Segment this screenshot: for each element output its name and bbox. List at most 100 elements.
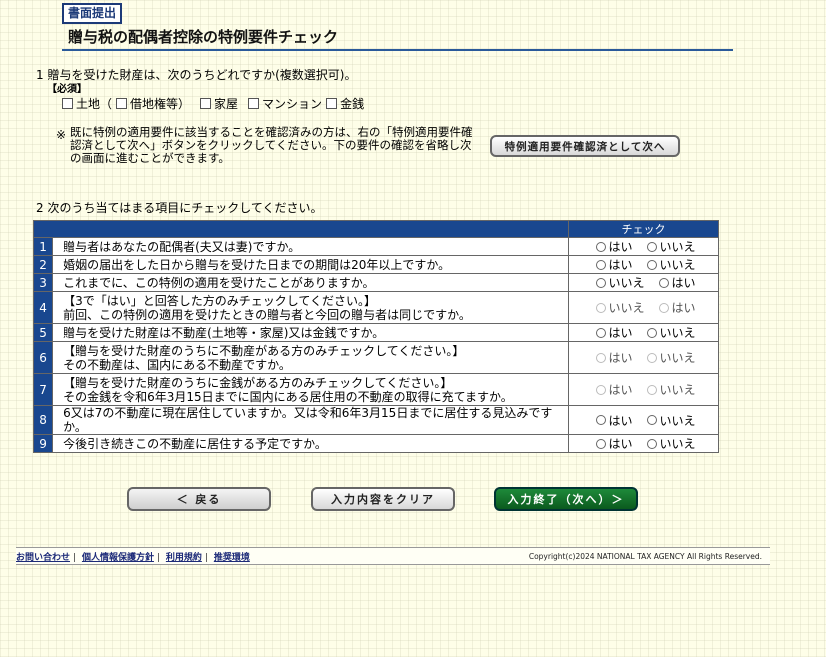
house-checkbox[interactable] (200, 98, 212, 109)
condo-checkbox[interactable] (248, 98, 260, 109)
row-number: 4 (32, 291, 54, 324)
note-mark: ※ (56, 128, 67, 142)
option-house[interactable]: 家屋 (196, 95, 238, 112)
radio-a[interactable] (595, 241, 606, 252)
skip-requirements-button[interactable]: 特例適用要件確認済として次へ (490, 135, 680, 157)
answer-b-label: はい (671, 301, 696, 315)
row-number: 9 (32, 434, 54, 453)
radio-a (595, 352, 606, 363)
finish-next-button[interactable]: 入力終了（次へ）＞ (494, 487, 638, 511)
row-question-detail: その不動産は、国内にある不動産ですか。 (63, 357, 291, 372)
answer-option-a[interactable]: はい (592, 412, 633, 429)
privacy-link[interactable]: 個人情報保護方針 (82, 553, 154, 563)
table-header-blank (32, 220, 570, 238)
answer-option-a[interactable]: はい (592, 256, 633, 273)
row-number: 7 (32, 373, 54, 406)
answer-option-b[interactable]: はい (655, 274, 696, 291)
table-row: 2 婚姻の届出をした日から贈与を受けた日までの期間は20年以上ですか。 はい いいえ (32, 255, 719, 274)
row-answer-cell: はい いいえ (568, 255, 719, 274)
row-answer-cell: いいえ はい (568, 291, 719, 324)
table-row: 9 今後引き続きこの不動産に居住する予定ですか。 はい いいえ (32, 434, 719, 453)
answer-a-label: はい (608, 258, 633, 272)
answer-b-label: はい (671, 276, 696, 290)
answer-option-a[interactable]: はい (592, 435, 633, 452)
radio-b[interactable] (646, 438, 657, 449)
option-land-label: 土地（ (76, 97, 113, 111)
row-answer-cell: はい いいえ (568, 434, 719, 453)
row-question: 6又は7の不動産に現在居住していますか。又は令和6年3月15日までに居住する見込… (63, 406, 553, 434)
row-question-cell: 【贈与を受けた財産のうちに金銭がある方のみチェックしてください。】 その金銭を令和… (52, 373, 570, 406)
radio-a[interactable] (595, 277, 606, 288)
answer-option-a[interactable]: いいえ (592, 274, 645, 291)
answer-option-b: はい (655, 299, 696, 316)
check-column-header: チェック (568, 220, 719, 238)
row-question-cell: 【3で「はい」と回答した方のみチェックしてください。】 前回、この特例の適用を受け… (52, 291, 570, 324)
row-question-cell: 贈与を受けた財産は不動産(土地等・家屋)又は金銭ですか。 (52, 323, 570, 342)
option-condo-label: マンション (262, 97, 323, 111)
answer-b-label: いいえ (659, 383, 696, 397)
clear-button[interactable]: 入力内容をクリア (311, 487, 455, 511)
option-leasehold[interactable]: 借地権等） (112, 95, 190, 112)
cash-checkbox[interactable] (326, 98, 338, 109)
land-checkbox[interactable] (62, 98, 73, 109)
answer-a-label: はい (608, 437, 633, 451)
required-label: 【必須】 (47, 84, 87, 95)
answer-option-a: いいえ (592, 299, 645, 316)
row-question: 【贈与を受けた財産のうちに金銭がある方のみチェックしてください。】 (63, 375, 453, 390)
row-number: 3 (32, 273, 54, 292)
back-button[interactable]: ＜ 戻る (127, 487, 271, 511)
answer-option-b: いいえ (643, 349, 696, 366)
answer-option-b[interactable]: いいえ (643, 324, 696, 341)
radio-a[interactable] (595, 327, 606, 338)
row-number: 2 (32, 255, 54, 274)
row-question-cell: 贈与者はあなたの配偶者(夫又は妻)ですか。 (52, 237, 570, 256)
row-question-cell: これまでに、この特例の適用を受けたことがありますか。 (52, 273, 570, 292)
answer-option-a[interactable]: はい (592, 324, 633, 341)
answer-option-a: はい (592, 349, 633, 366)
answer-a-label: いいえ (608, 301, 645, 315)
radio-a (595, 384, 606, 395)
row-number: 8 (32, 405, 54, 435)
option-condo[interactable]: マンション (244, 95, 322, 112)
radio-b[interactable] (646, 241, 657, 252)
environment-link[interactable]: 推奨環境 (214, 553, 250, 563)
row-question-cell: 【贈与を受けた財産のうちに不動産がある方のみチェックしてください。】 その不動産は… (52, 341, 570, 374)
radio-b (646, 384, 657, 395)
answer-option-b[interactable]: いいえ (643, 412, 696, 429)
radio-b[interactable] (646, 327, 657, 338)
radio-b[interactable] (658, 277, 669, 288)
answer-b-label: いいえ (659, 413, 696, 428)
contact-link[interactable]: お問い合わせ (16, 553, 70, 563)
property-options: 土地（ 借地権等） 家屋 マンション 金銭 (58, 95, 364, 112)
radio-b[interactable] (646, 415, 657, 425)
answer-option-a[interactable]: はい (592, 238, 633, 255)
row-question: 贈与を受けた財産は不動産(土地等・家屋)又は金銭ですか。 (63, 325, 385, 340)
answer-a-label: はい (608, 413, 633, 428)
row-answer-cell: はい いいえ (568, 341, 719, 374)
terms-link[interactable]: 利用規約 (166, 553, 202, 563)
row-question-detail: その金銭を令和6年3月15日までに国内にある居住用の不動産の取得に充てますか。 (63, 389, 513, 404)
radio-a[interactable] (595, 259, 606, 270)
radio-b[interactable] (646, 259, 657, 270)
table-row: 8 6又は7の不動産に現在居住していますか。又は令和6年3月15日までに居住する見… (32, 405, 719, 435)
option-cash[interactable]: 金銭 (322, 95, 364, 112)
option-land[interactable]: 土地（ (58, 95, 112, 112)
title-divider (62, 49, 733, 51)
answer-option-b[interactable]: いいえ (643, 256, 696, 273)
row-number: 6 (32, 341, 54, 374)
row-answer-cell: はい いいえ (568, 405, 719, 435)
leasehold-checkbox[interactable] (116, 98, 128, 109)
row-number: 1 (32, 237, 54, 256)
row-question: 今後引き続きこの不動産に居住する予定ですか。 (63, 436, 327, 451)
answer-a-label: はい (608, 383, 633, 397)
answer-option-b[interactable]: いいえ (643, 435, 696, 452)
row-question-cell: 今後引き続きこの不動産に居住する予定ですか。 (52, 434, 570, 453)
radio-a[interactable] (595, 415, 606, 425)
radio-a[interactable] (595, 438, 606, 449)
answer-option-b[interactable]: いいえ (643, 238, 696, 255)
table-row: 3 これまでに、この特例の適用を受けたことがありますか。 いいえ はい (32, 273, 719, 292)
radio-b (658, 302, 669, 313)
table-row: 1 贈与者はあなたの配偶者(夫又は妻)ですか。 はい いいえ (32, 237, 719, 256)
answer-b-label: いいえ (659, 326, 696, 340)
row-question-cell: 6又は7の不動産に現在居住していますか。又は令和6年3月15日までに居住する見込… (52, 405, 570, 435)
